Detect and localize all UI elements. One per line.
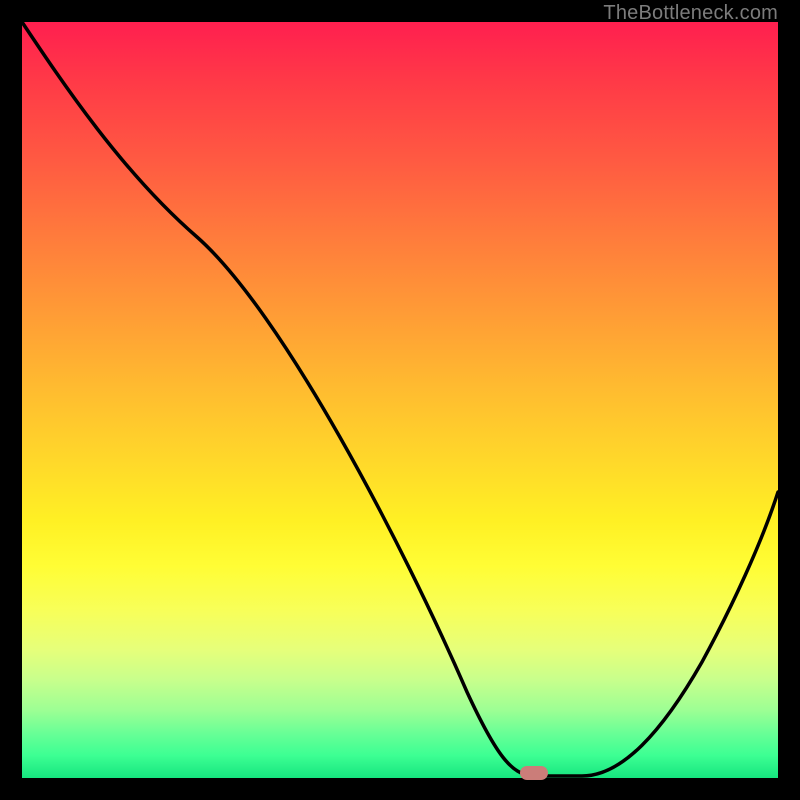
watermark-text: TheBottleneck.com xyxy=(603,2,778,25)
chart-frame: TheBottleneck.com xyxy=(0,0,800,800)
bottleneck-curve xyxy=(22,22,778,778)
curve-path xyxy=(22,22,778,776)
optimal-marker xyxy=(520,766,548,780)
plot-area xyxy=(22,22,778,778)
